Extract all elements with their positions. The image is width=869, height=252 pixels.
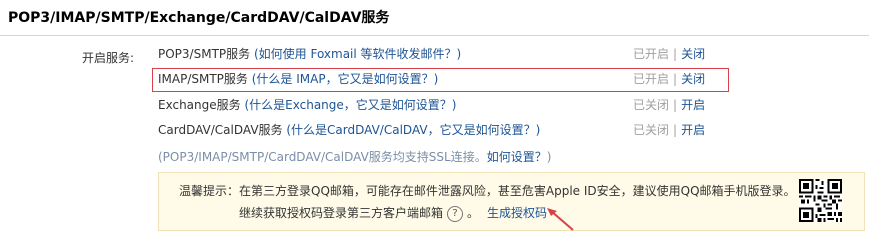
service-row-exchange: Exchange服务 (什么是Exchange，它又是如何设置？) [158, 95, 456, 115]
ssl-note: (POP3/IMAP/SMTP/CardDAV/CalDAV服务均支持SSL连接… [158, 148, 551, 165]
status-separator: | [673, 47, 678, 61]
service-name: CardDAV/CalDAV服务 [158, 123, 283, 137]
ssl-note-close: ) [546, 150, 552, 164]
tip-auth-line: 继续获取授权码登录第三方客户端邮箱?。生成授权码 [239, 204, 547, 222]
status-separator: | [673, 98, 678, 112]
service-name: Exchange服务 [158, 98, 241, 112]
service-name: POP3/SMTP服务 [158, 47, 251, 61]
status-separator: | [673, 123, 678, 137]
tip-box: 温馨提示：在第三方登录QQ邮箱，可能存在邮件泄露风险，甚至危害Apple ID安… [158, 172, 865, 231]
status-text: 已关闭 [633, 98, 670, 112]
tip-auth-text: 继续获取授权码登录第三方客户端邮箱 [239, 206, 444, 220]
service-row-carddav: CardDAV/CalDAV服务 (什么是CardDAV/CalDAV，它又是如… [158, 120, 540, 140]
service-status-carddav: 已关闭 | 开启 [633, 120, 705, 140]
service-help-link[interactable]: (什么是Exchange，它又是如何设置？) [244, 98, 456, 112]
service-row-pop3: POP3/SMTP服务 (如何使用 Foxmail 等软件收发邮件？) [158, 44, 461, 64]
status-text: 已开启 [633, 47, 670, 61]
open-service-label: 开启服务: [82, 51, 135, 65]
generate-auth-code-link[interactable]: 生成授权码 [487, 206, 547, 220]
toggle-service-button[interactable]: 关闭 [681, 72, 705, 86]
service-row-imap: IMAP/SMTP服务 (什么是 IMAP，它又是如何设置？) [158, 69, 438, 89]
service-status-imap: 已开启 | 关闭 [633, 69, 705, 89]
service-help-link[interactable]: (什么是CardDAV/CalDAV，它又是如何设置？) [286, 123, 540, 137]
red-arrow-icon [547, 208, 574, 231]
status-separator: | [673, 72, 678, 86]
service-status-pop3: 已开启 | 关闭 [633, 44, 705, 64]
status-text: 已开启 [633, 72, 670, 86]
ssl-note-text: (POP3/IMAP/SMTP/CardDAV/CalDAV服务均支持SSL连接… [158, 150, 487, 164]
qr-code-icon [799, 179, 842, 222]
status-text: 已关闭 [633, 123, 670, 137]
service-name: IMAP/SMTP服务 [158, 72, 248, 86]
toggle-service-button[interactable]: 开启 [681, 98, 705, 112]
toggle-service-button[interactable]: 关闭 [681, 47, 705, 61]
service-help-link[interactable]: (什么是 IMAP，它又是如何设置？) [252, 72, 439, 86]
ssl-howto-link[interactable]: 如何设置？ [487, 150, 547, 164]
question-circle-icon[interactable]: ? [447, 205, 464, 222]
service-status-exchange: 已关闭 | 开启 [633, 95, 705, 115]
tip-auth-period: 。 [467, 206, 480, 220]
toggle-service-button[interactable]: 开启 [681, 123, 705, 137]
tip-warning-text: 温馨提示：在第三方登录QQ邮箱，可能存在邮件泄露风险，甚至危害Apple ID安… [179, 184, 796, 198]
service-help-link[interactable]: (如何使用 Foxmail 等软件收发邮件？) [254, 47, 461, 61]
title-divider [0, 35, 869, 36]
section-title: POP3/IMAP/SMTP/Exchange/CardDAV/CalDAV服务 [8, 10, 390, 26]
